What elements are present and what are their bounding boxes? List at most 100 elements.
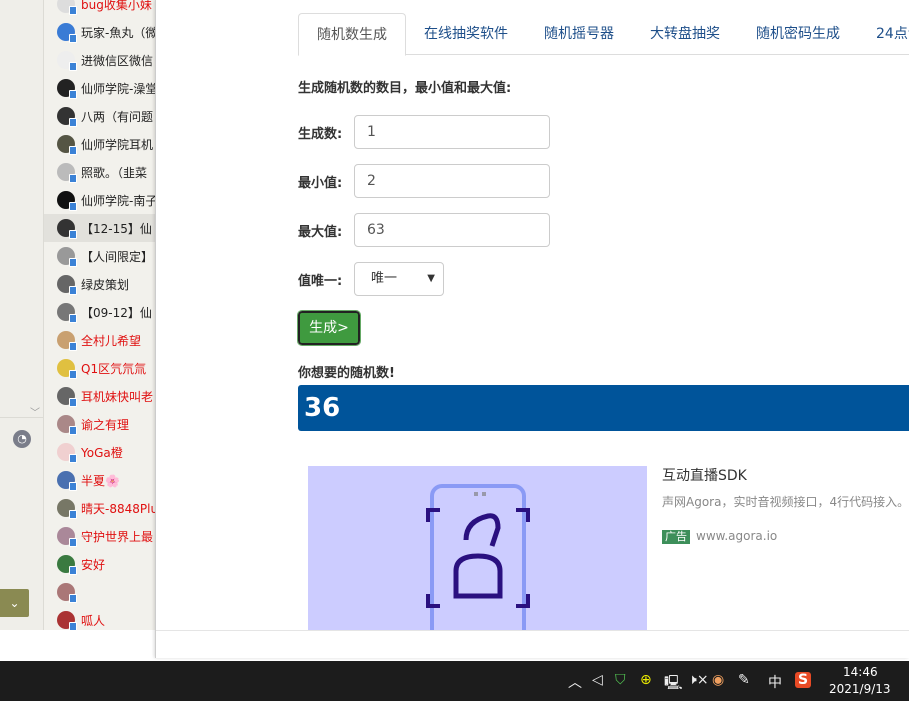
network-icon[interactable]: 🖳 xyxy=(664,672,683,696)
show-hidden-icons-icon[interactable]: ︿ xyxy=(568,672,582,692)
contact-item[interactable]: YoGa橙 xyxy=(44,438,155,466)
mobile-status-icon xyxy=(69,314,77,323)
avatar xyxy=(57,303,77,323)
contact-item[interactable]: 晴天-8848Plu xyxy=(44,494,155,522)
generate-button[interactable]: 生成> xyxy=(297,310,361,346)
mobile-status-icon xyxy=(69,62,77,71)
mobile-status-icon xyxy=(69,594,77,603)
contact-item[interactable]: 【12-15】仙 xyxy=(44,214,155,242)
count-input[interactable]: 1 xyxy=(354,115,550,149)
qq-top-area xyxy=(0,0,44,418)
contact-name: 仙师学院耳机 xyxy=(81,137,154,152)
count-label: 生成数: xyxy=(298,127,343,142)
volume-muted-icon[interactable]: 🕨× xyxy=(688,672,709,688)
mobile-status-icon xyxy=(69,342,77,351)
mobile-status-icon xyxy=(69,370,77,379)
contact-item[interactable]: 仙师学院耳机 xyxy=(44,130,155,158)
contact-item[interactable]: 半夏🌸 xyxy=(44,466,155,494)
max-input[interactable]: 63 xyxy=(354,213,550,247)
contact-item[interactable]: 照歌。（韭菜 xyxy=(44,158,155,186)
avatar xyxy=(57,191,77,211)
contact-item[interactable]: 守护世界上最 xyxy=(44,522,155,550)
contact-name: 八两（有问题 xyxy=(81,109,154,124)
avatar xyxy=(57,79,77,99)
add-plus-icon[interactable]: ⊕ xyxy=(640,672,652,688)
mobile-status-icon xyxy=(69,286,77,295)
avatar xyxy=(57,219,77,239)
pen-icon[interactable]: ✎ xyxy=(738,672,750,688)
contact-item[interactable]: Q1区氕氘氚 xyxy=(44,354,155,382)
ad-description: 声网Agora，实时音视频接口，4行代码接入。每 xyxy=(662,495,909,509)
tab-item[interactable]: 随机数生成 xyxy=(298,13,406,56)
recent-clock-icon[interactable]: ◔ xyxy=(13,430,31,448)
ad-url[interactable]: www.agora.io xyxy=(696,529,777,543)
contact-name: 晴天-8848Plu xyxy=(81,501,155,516)
ime-indicator[interactable]: 中 xyxy=(768,672,782,692)
unity-icon[interactable]: ◁ xyxy=(592,672,603,688)
avatar xyxy=(57,499,77,519)
divider xyxy=(156,630,909,631)
collapse-chevron-icon[interactable]: ﹀ xyxy=(30,404,40,419)
avatar xyxy=(57,163,77,183)
avatar xyxy=(57,471,77,491)
contact-item[interactable]: 绿皮策划 xyxy=(44,270,155,298)
contact-list: bug收集小妹 玩家-魚丸（微进微信区微信仙师学院-澡堂 八两（有问题 仙师学院耳机照… xyxy=(44,0,155,630)
unique-select[interactable]: 唯一 ▼ xyxy=(354,262,444,296)
contact-item[interactable]: 谕之有理 xyxy=(44,410,155,438)
mobile-status-icon xyxy=(69,426,77,435)
avatar-scan-icon xyxy=(426,484,530,630)
contact-item[interactable]: 八两（有问题 xyxy=(44,102,155,130)
contact-name: 耳机妹快叫老 xyxy=(81,389,154,404)
tab-item[interactable]: 24点计算 xyxy=(858,13,909,55)
contact-item[interactable]: 全村儿希望 xyxy=(44,326,155,354)
clock-time[interactable]: 14:46 xyxy=(843,665,878,679)
contact-name: 仙师学院-南子 xyxy=(81,193,155,208)
contact-item[interactable]: 耳机妹快叫老 xyxy=(44,382,155,410)
mobile-status-icon xyxy=(69,34,77,43)
audio-app-icon[interactable]: ◉ xyxy=(712,672,724,688)
contact-name: 仙师学院-澡堂 xyxy=(81,81,155,96)
ad-title[interactable]: 互动直播SDK xyxy=(662,465,747,485)
contact-item[interactable]: 进微信区微信 xyxy=(44,46,155,74)
browser-window: 随机数生成在线抽奖软件随机摇号器大转盘抽奖随机密码生成24点计算 生成随机数的数… xyxy=(155,0,909,658)
contact-item[interactable]: 【人间限定】 xyxy=(44,242,155,270)
contact-item[interactable]: 【09-12】仙 xyxy=(44,298,155,326)
tab-item[interactable]: 大转盘抽奖 xyxy=(632,13,738,55)
contact-name: YoGa橙 xyxy=(81,445,123,460)
contact-name: 谕之有理 xyxy=(81,417,130,432)
contact-item[interactable]: bug收集小妹 xyxy=(44,0,155,18)
contact-name: 半夏🌸 xyxy=(81,473,120,488)
contact-name: 安好 xyxy=(81,557,106,572)
contact-item[interactable]: 安好 xyxy=(44,550,155,578)
contact-name: 玩家-魚丸（微 xyxy=(81,25,155,40)
tab-item[interactable]: 随机密码生成 xyxy=(738,13,858,55)
security-shield-icon[interactable]: ⛉ xyxy=(615,672,626,688)
ad-badge: 广告 xyxy=(662,530,690,544)
contact-name: 全村儿希望 xyxy=(81,333,142,348)
contact-item[interactable]: 呱人 xyxy=(44,606,155,630)
form-heading: 生成随机数的数目，最小值和最大值: xyxy=(298,81,512,96)
contact-item[interactable]: 仙师学院-澡堂 xyxy=(44,74,155,102)
contact-item[interactable]: 玩家-魚丸（微 xyxy=(44,18,155,46)
mobile-status-icon xyxy=(69,118,77,127)
clock-date[interactable]: 2021/9/13 xyxy=(829,682,891,696)
contact-name: 守护世界上最 xyxy=(81,529,154,544)
min-input[interactable]: 2 xyxy=(354,164,550,198)
contact-item[interactable] xyxy=(44,578,155,606)
avatar xyxy=(57,555,77,575)
contact-name: bug收集小妹 xyxy=(81,0,152,12)
mobile-status-icon xyxy=(69,146,77,155)
sogou-input-icon[interactable]: S xyxy=(795,672,812,688)
mobile-status-icon xyxy=(69,202,77,211)
tab-item[interactable]: 随机摇号器 xyxy=(526,13,632,55)
avatar xyxy=(57,275,77,295)
contact-item[interactable]: 仙师学院-南子 xyxy=(44,186,155,214)
tab-item[interactable]: 在线抽奖软件 xyxy=(406,13,526,55)
ad-image[interactable] xyxy=(308,466,647,630)
unique-select-value: 唯一 xyxy=(371,271,398,286)
mobile-status-icon xyxy=(69,510,77,519)
avatar xyxy=(57,443,77,463)
avatar xyxy=(57,387,77,407)
avatar xyxy=(57,23,77,43)
dropdown-button[interactable]: ⌄ xyxy=(0,589,29,617)
